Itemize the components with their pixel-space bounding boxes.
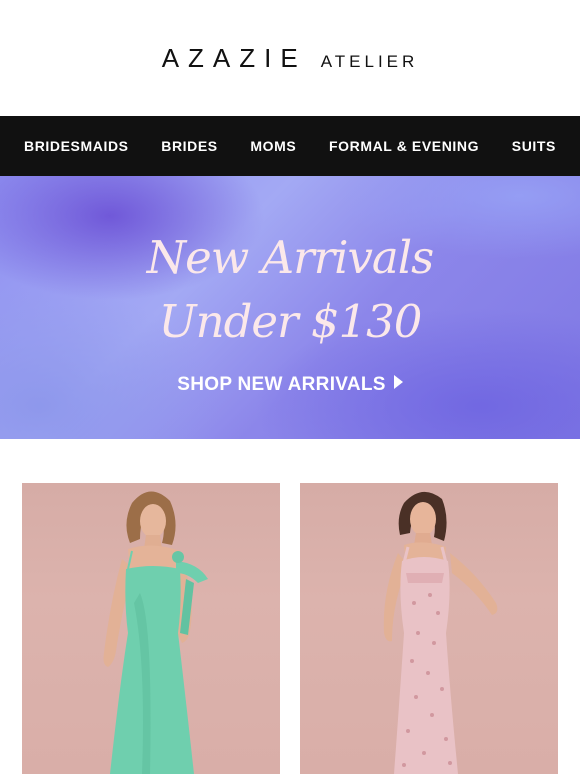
product-grid: [0, 439, 580, 774]
model-floral-dress-image: [383, 491, 498, 774]
shop-new-arrivals-label: SHOP NEW ARRIVALS: [177, 374, 386, 395]
hero-banner[interactable]: New Arrivals Under $130 SHOP NEW ARRIVAL…: [0, 176, 580, 439]
shop-new-arrivals-link[interactable]: SHOP NEW ARRIVALS: [0, 374, 580, 396]
hero-title: New Arrivals Under $130: [0, 226, 580, 354]
nav-item-bridesmaids[interactable]: BRIDESMAIDS: [24, 138, 129, 154]
brand-sub: ATELIER: [320, 51, 419, 71]
product-card[interactable]: [22, 483, 280, 774]
model-green-dress-image: [103, 491, 208, 774]
brand-name: AZAZIE: [161, 42, 307, 73]
nav-item-moms[interactable]: MOMS: [250, 138, 296, 154]
category-nav: BRIDESMAIDS BRIDES MOMS FORMAL & EVENING…: [0, 116, 580, 176]
nav-item-brides[interactable]: BRIDES: [161, 138, 218, 154]
product-card[interactable]: [300, 483, 558, 774]
play-arrow-icon: [393, 375, 403, 389]
nav-item-formal-evening[interactable]: FORMAL & EVENING: [329, 138, 479, 154]
nav-item-suits[interactable]: SUITS: [512, 138, 556, 154]
hero-title-line1: New Arrivals: [146, 231, 434, 284]
hero-title-line2: Under $130: [158, 295, 423, 348]
brand-logo[interactable]: AZAZIE ATELIER: [162, 43, 419, 74]
email-header: AZAZIE ATELIER: [0, 0, 580, 116]
